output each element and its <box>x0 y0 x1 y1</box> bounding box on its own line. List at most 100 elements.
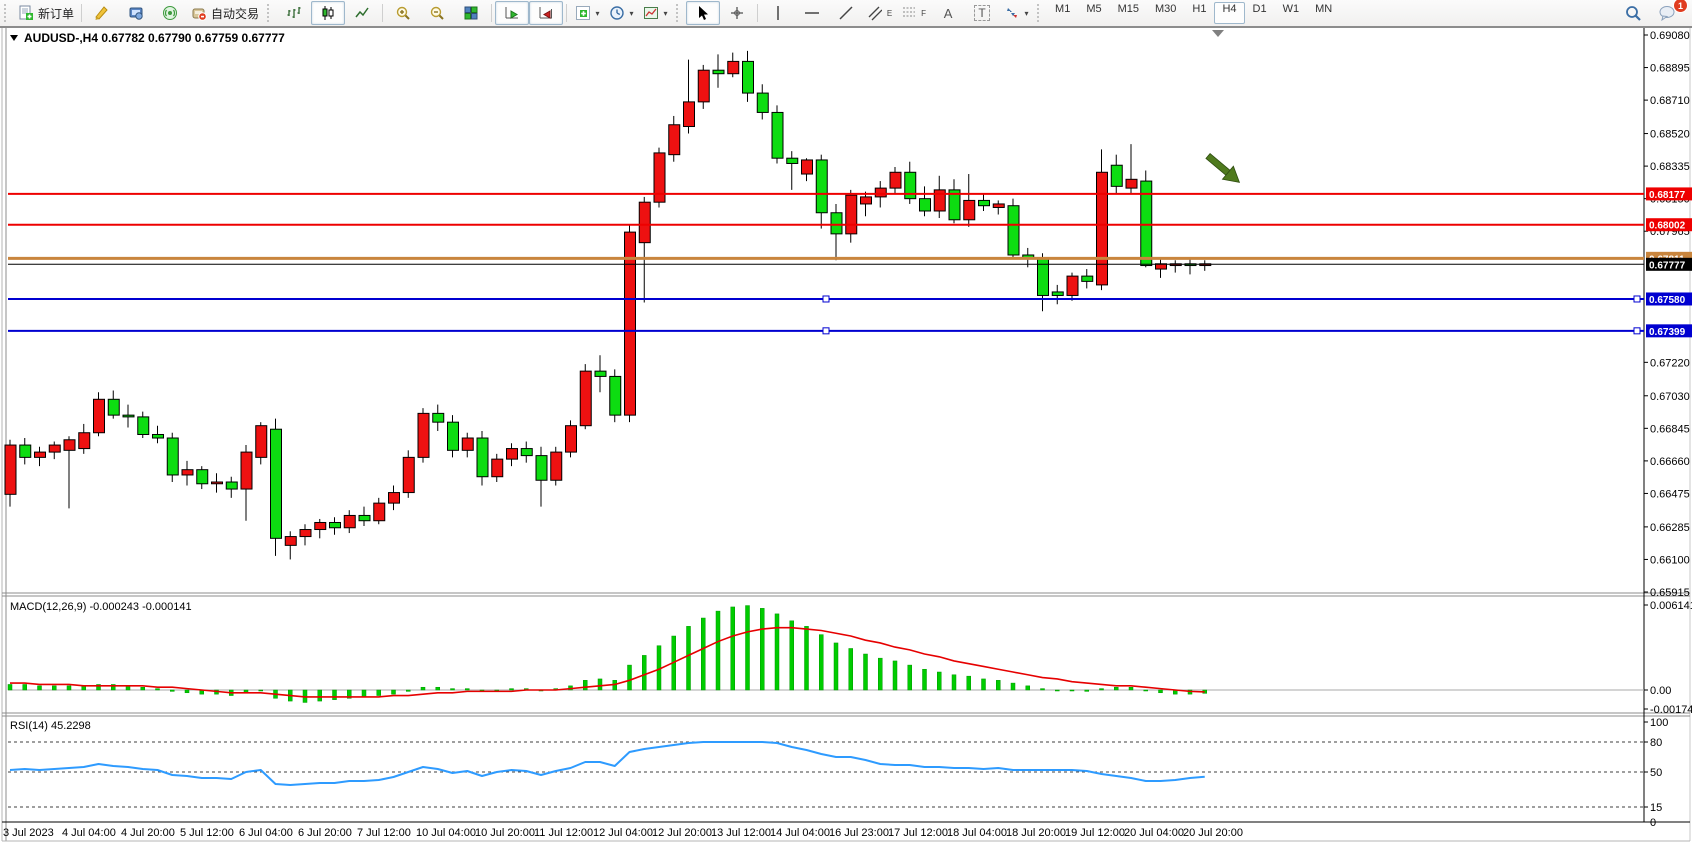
candlestick-chart-button[interactable] <box>311 1 345 25</box>
macd-bar <box>170 690 174 691</box>
macd-bar <box>893 661 897 690</box>
time-axis-label: 20 Jul 04:00 <box>1124 827 1184 839</box>
signals-button[interactable] <box>153 1 187 25</box>
community-button[interactable] <box>119 1 153 25</box>
arrows-button[interactable]: ▾ <box>999 1 1033 25</box>
candle <box>846 195 857 234</box>
autotrading-icon <box>191 5 207 21</box>
toolbar-separator <box>491 4 492 22</box>
fibonacci-icon <box>902 5 916 21</box>
notifications-button[interactable]: 1 <box>1650 1 1684 25</box>
rsi-tick-label: 50 <box>1650 767 1662 779</box>
time-axis-label: 12 Jul 20:00 <box>652 827 712 839</box>
timeframe-button-h1[interactable]: H1 <box>1184 2 1214 24</box>
candle <box>315 522 326 529</box>
candle <box>757 93 768 112</box>
candle <box>330 522 341 527</box>
periods-button[interactable]: ▾ <box>604 1 638 25</box>
price-tick-label: 0.68520 <box>1650 129 1690 141</box>
timeframe-button-mn[interactable]: MN <box>1307 2 1340 24</box>
text-button[interactable]: A <box>931 1 965 25</box>
fibonacci-button[interactable]: F <box>897 1 931 25</box>
search-button[interactable] <box>1616 1 1650 25</box>
auto-scroll-icon <box>504 5 520 21</box>
macd-bar <box>392 690 396 694</box>
macd-bar <box>937 672 941 690</box>
macd-bar <box>642 655 646 690</box>
timeframe-button-m15[interactable]: M15 <box>1110 2 1147 24</box>
fibonacci-letter: F <box>921 9 926 18</box>
price-tick-label: 0.65915 <box>1650 587 1690 599</box>
bar-chart-button[interactable] <box>277 1 311 25</box>
toolbar-separator <box>566 4 567 22</box>
candle <box>831 213 842 234</box>
timeframe-button-m30[interactable]: M30 <box>1147 2 1184 24</box>
timeframe-button-h4[interactable]: H4 <box>1214 2 1244 24</box>
candle <box>875 188 886 197</box>
macd-bar <box>819 635 823 690</box>
chart-shift-button[interactable] <box>529 1 563 25</box>
candle <box>477 438 488 477</box>
candle <box>964 200 975 219</box>
line-chart-button[interactable] <box>345 1 379 25</box>
crosshair-button[interactable] <box>720 1 754 25</box>
line-handle[interactable] <box>823 328 829 334</box>
macd-bar <box>318 690 322 701</box>
metaeditor-button[interactable] <box>85 1 119 25</box>
rsi-tick-label: 15 <box>1650 802 1662 814</box>
line-handle[interactable] <box>823 296 829 302</box>
macd-bar <box>451 689 455 690</box>
new-order-button[interactable]: 新订单 <box>14 1 78 25</box>
candle <box>1097 172 1108 285</box>
crosshair-icon <box>729 5 745 21</box>
candle <box>890 172 901 188</box>
time-axis-label: 20 Jul 20:00 <box>1183 827 1243 839</box>
macd-bar <box>1041 689 1045 690</box>
candle <box>492 459 503 477</box>
macd-bar <box>38 686 42 690</box>
indicators-icon <box>575 5 591 21</box>
macd-bar <box>1070 690 1074 691</box>
timeframe-button-m5[interactable]: M5 <box>1078 2 1109 24</box>
time-axis-label: 18 Jul 20:00 <box>1006 827 1066 839</box>
macd-bar <box>628 665 632 690</box>
toolbar-grip <box>4 4 11 22</box>
channel-letter: E <box>887 9 892 18</box>
macd-tick-label: -0.001749 <box>1650 704 1692 716</box>
vertical-line-button[interactable] <box>761 1 795 25</box>
price-tick-label: 0.67030 <box>1650 391 1690 403</box>
price-tick-label: 0.69080 <box>1650 30 1690 42</box>
macd-bar <box>731 607 735 690</box>
chart-objects-icon[interactable] <box>10 34 19 42</box>
text-label-button[interactable]: T <box>965 1 999 25</box>
tile-windows-icon <box>463 5 479 21</box>
community-icon <box>128 5 144 21</box>
rsi-tick-label: 0 <box>1650 817 1656 829</box>
timeframe-button-m1[interactable]: M1 <box>1047 2 1078 24</box>
candle <box>49 445 60 452</box>
timeframe-button-d1[interactable]: D1 <box>1245 2 1275 24</box>
trendline-button[interactable] <box>829 1 863 25</box>
macd-bar <box>834 643 838 690</box>
timeframe-button-w1[interactable]: W1 <box>1275 2 1308 24</box>
tile-windows-button[interactable] <box>454 1 488 25</box>
equidistant-channel-button[interactable]: E <box>863 1 897 25</box>
macd-bar <box>746 606 750 690</box>
templates-button[interactable]: ▾ <box>638 1 672 25</box>
cursor-button[interactable] <box>686 1 720 25</box>
zoom-in-button[interactable] <box>386 1 420 25</box>
macd-bar <box>1055 690 1059 691</box>
trendline-icon <box>838 5 854 21</box>
macd-bar <box>421 687 425 690</box>
indicators-button[interactable]: ▾ <box>570 1 604 25</box>
horizontal-line-button[interactable] <box>795 1 829 25</box>
line-handle[interactable] <box>1634 296 1640 302</box>
line-handle[interactable] <box>1634 328 1640 334</box>
autotrading-button[interactable]: 自动交易 <box>187 1 263 25</box>
candle <box>713 70 724 74</box>
auto-scroll-button[interactable] <box>495 1 529 25</box>
zoom-out-button[interactable] <box>420 1 454 25</box>
new-order-icon <box>18 5 34 21</box>
macd-bar <box>849 648 853 690</box>
chart-canvas[interactable]: 0.690800.688950.687100.685200.683350.681… <box>0 26 1692 851</box>
